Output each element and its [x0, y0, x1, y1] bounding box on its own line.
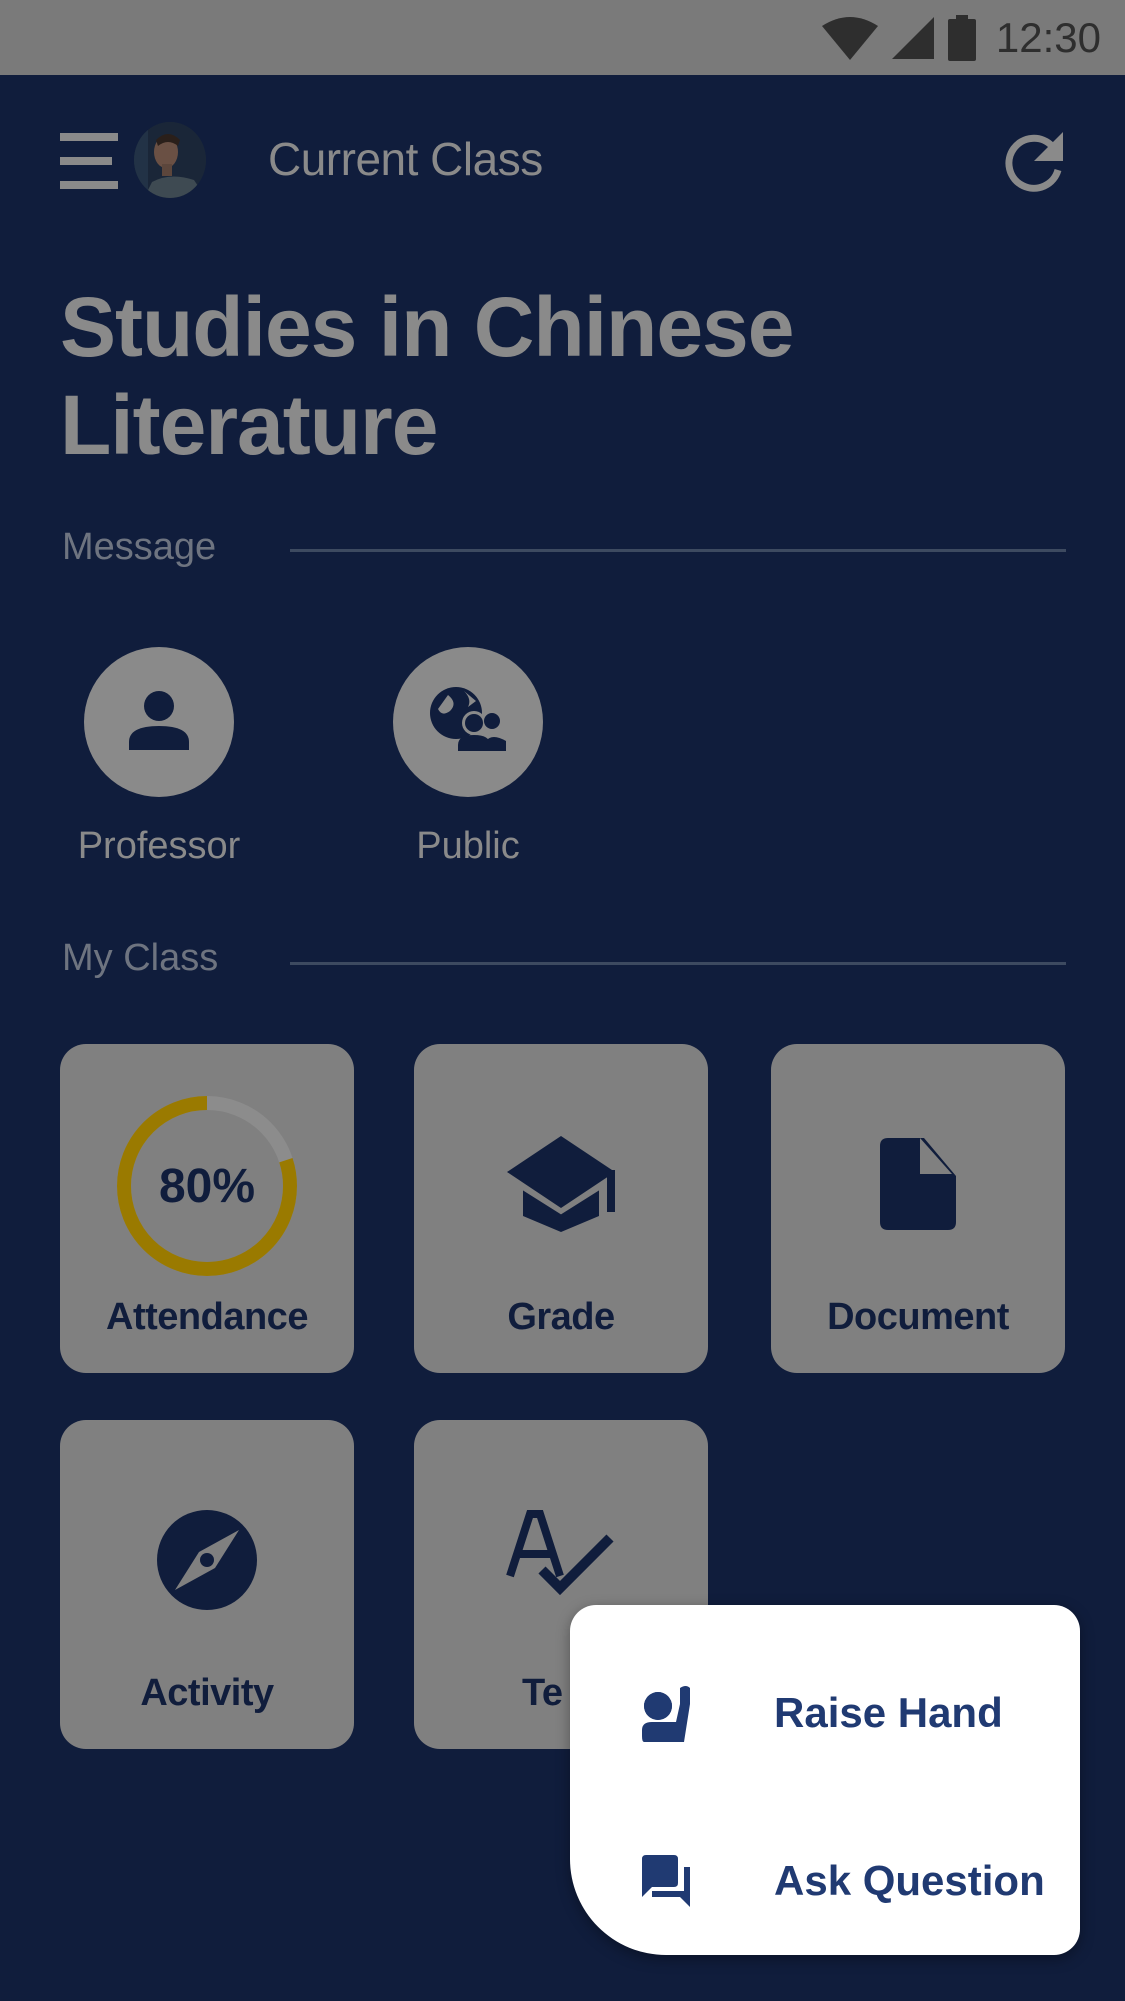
menu-item-raise-hand[interactable]: Raise Hand	[570, 1653, 1080, 1773]
cellular-signal-icon	[891, 16, 934, 59]
message-professor-label: Professor	[77, 825, 241, 867]
page-title: Studies in Chinese Literature	[60, 280, 795, 472]
avatar[interactable]	[134, 122, 206, 198]
menu-item-label: Ask Question	[774, 1857, 1045, 1904]
action-popup-menu: Raise Hand Ask Question	[570, 1605, 1080, 1955]
battery-icon	[947, 14, 976, 61]
section-label-message: Message	[62, 526, 217, 568]
person-icon	[127, 688, 191, 757]
tile-document[interactable]: Document	[771, 1044, 1065, 1373]
tile-attendance[interactable]: 80% Attendance	[60, 1044, 354, 1373]
message-public-label: Public	[416, 825, 520, 867]
tile-label: Document	[827, 1296, 1009, 1338]
raise-hand-icon	[636, 1683, 696, 1743]
tile-label: Activity	[140, 1672, 274, 1714]
graduation-cap-icon	[505, 1135, 617, 1237]
document-icon	[880, 1137, 956, 1235]
hamburger-menu-icon[interactable]	[58, 130, 118, 190]
attendance-progress-ring: 80%	[115, 1094, 299, 1278]
tile-grade[interactable]: Grade	[414, 1044, 708, 1373]
status-time: 12:30	[995, 13, 1101, 61]
app-bar-title: Current Class	[268, 133, 543, 185]
message-public-button[interactable]: Public	[368, 647, 568, 868]
section-divider	[290, 962, 1066, 965]
public-group-icon	[428, 685, 508, 760]
message-public-circle	[393, 647, 543, 797]
refresh-icon[interactable]	[1000, 128, 1070, 198]
tile-label: Attendance	[106, 1296, 308, 1338]
message-professor-button[interactable]: Professor	[59, 647, 259, 868]
tile-activity[interactable]: Activity	[60, 1420, 354, 1749]
section-divider	[290, 549, 1066, 552]
spellcheck-icon	[506, 1509, 616, 1615]
message-professor-circle	[84, 647, 234, 797]
compass-icon	[157, 1509, 257, 1615]
section-label-my-class: My Class	[62, 937, 219, 979]
wifi-icon	[821, 16, 878, 60]
menu-item-ask-question[interactable]: Ask Question	[570, 1821, 1080, 1941]
tile-label: Grade	[507, 1296, 615, 1338]
menu-item-label: Raise Hand	[774, 1689, 1003, 1736]
forum-icon	[636, 1851, 696, 1911]
status-bar: 12:30	[0, 0, 1125, 75]
attendance-percent: 80%	[158, 1159, 256, 1213]
